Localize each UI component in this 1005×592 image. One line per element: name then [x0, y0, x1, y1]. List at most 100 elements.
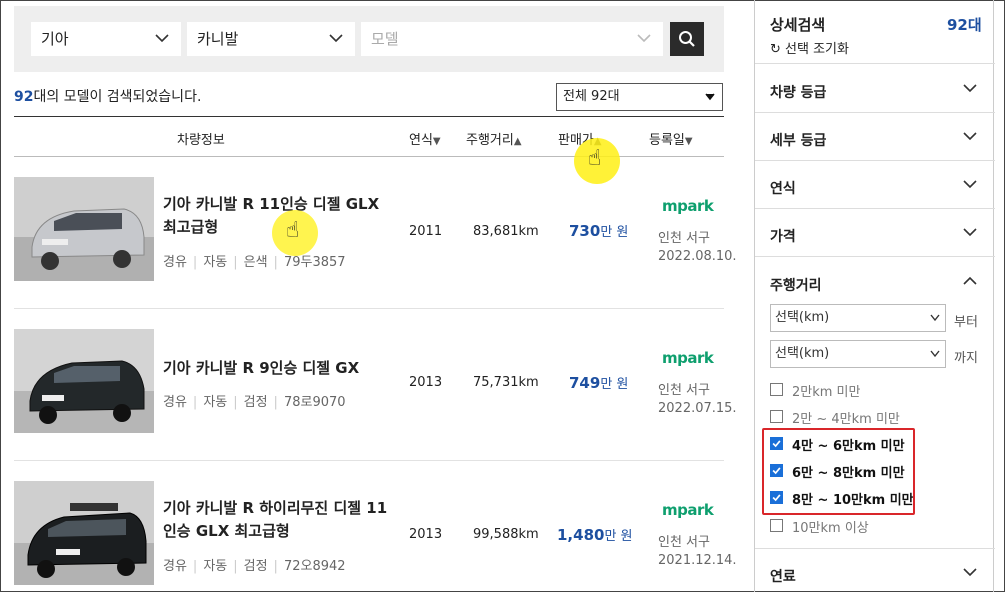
color: 은색 — [243, 255, 268, 270]
listing-date: 2021.12.14. — [658, 553, 737, 568]
result-count: 92 — [14, 89, 34, 105]
listing-date: 2022.08.10. — [658, 249, 737, 264]
listing-row[interactable]: 기아 카니발 R 11인승 디젤 GLX 최고급형 경유 | 자동 | 은색 | 79두38… — [14, 157, 737, 309]
total-select[interactable]: 전체 92대 — [556, 83, 723, 111]
header-info: 차량정보 — [177, 133, 225, 148]
divider: | — [192, 255, 198, 270]
section-price[interactable]: 가격 — [755, 209, 995, 257]
car-photo[interactable] — [14, 481, 154, 585]
chevron-down-icon — [963, 568, 977, 577]
section-mileage[interactable]: 주행거리 — [755, 258, 995, 306]
sidebar-count: 92대 — [947, 16, 982, 34]
divider: | — [233, 255, 238, 270]
listing-mileage: 75,731km — [473, 375, 539, 390]
chevron-down-icon — [155, 34, 169, 43]
model-group-select[interactable]: 카니발 — [187, 22, 355, 56]
divider: | — [273, 559, 278, 574]
plate: 79두3857 — [283, 255, 346, 270]
checkbox-empty-icon — [770, 519, 783, 532]
chevron-up-icon — [963, 276, 977, 285]
chevron-down-icon — [963, 228, 977, 237]
listing-date: 2022.07.15. — [658, 401, 737, 416]
search-bar: 기아 카니발 모델 — [14, 6, 724, 72]
chevron-down-icon — [930, 314, 940, 322]
listing-row[interactable]: 기아 카니발 R 9인승 디젤 GX 경유 | 자동 | 검정 | 78로9070 2013… — [14, 309, 737, 461]
listing-year: 2013 — [409, 375, 443, 390]
listing-meta: 경유 | 자동 | 은색 | 79두3857 — [163, 251, 346, 270]
price-value: 1,480 — [557, 526, 605, 544]
model-group-select-value: 카니발 — [197, 30, 239, 48]
car-photo[interactable] — [14, 329, 154, 433]
search-button[interactable] — [670, 22, 704, 56]
sort-year[interactable]: 연식▼ — [409, 129, 441, 148]
option-label: 2만km 미만 — [792, 385, 861, 400]
sort-date[interactable]: 등록일▼ — [649, 129, 693, 148]
chevron-down-icon — [963, 84, 977, 93]
listing-meta: 경유 | 자동 | 검정 | 72오8942 — [163, 555, 346, 574]
model-select[interactable]: 모델 — [361, 22, 663, 56]
transmission: 자동 — [203, 395, 228, 410]
divider: | — [192, 395, 198, 410]
checkbox-empty-icon — [770, 383, 783, 396]
transmission: 자동 — [203, 255, 228, 270]
price-unit: 만 원 — [600, 225, 629, 240]
mileage-to-suffix: 까지 — [954, 351, 978, 366]
sort-down-icon: ▼ — [684, 136, 693, 147]
listing-row[interactable]: 기아 카니발 R 하이리무진 디젤 11인승 GLX 최고급형 경유 | 자동 | 검정… — [14, 461, 737, 592]
reset-icon: ↻ — [770, 42, 781, 57]
dealer-logo[interactable]: mpark — [662, 197, 714, 215]
listing-title[interactable]: 기아 카니발 R 하이리무진 디젤 11인승 GLX 최고급형 — [163, 497, 393, 543]
dealer-logo[interactable]: mpark — [662, 501, 714, 519]
mileage-to-value: 선택(km) — [775, 346, 830, 361]
transmission: 자동 — [203, 559, 228, 574]
hand-pointer-icon: ☝ — [588, 146, 602, 171]
car-photo[interactable] — [14, 177, 154, 281]
mileage-from-select[interactable]: 선택(km) — [770, 304, 946, 332]
result-suffix: 대의 모델이 검색되었습니다. — [33, 89, 202, 105]
cursor-highlight: ☝ — [272, 210, 318, 256]
section-label: 차량 등급 — [770, 85, 827, 101]
listing-mileage: 83,681km — [473, 224, 539, 239]
section-fuel[interactable]: 연료 — [755, 548, 995, 592]
result-summary: 92대의 모델이 검색되었습니다. — [14, 86, 201, 106]
price-unit: 만 원 — [600, 377, 629, 392]
sort-date-label: 등록일 — [649, 133, 685, 148]
sort-down-icon: ▼ — [432, 136, 441, 147]
sort-year-label: 연식 — [409, 133, 433, 148]
listing-price: 1,480만 원 — [557, 525, 633, 544]
price-value: 749 — [569, 374, 601, 392]
section-vehicle-class[interactable]: 차량 등급 — [755, 65, 995, 113]
listing-price: 730만 원 — [569, 221, 628, 240]
search-icon — [679, 31, 695, 47]
listing-price: 749만 원 — [569, 373, 628, 392]
section-label: 연료 — [770, 569, 796, 585]
sidebar-title: 상세검색 — [770, 16, 826, 34]
chevron-down-icon — [329, 34, 343, 43]
price-value: 730 — [569, 222, 601, 240]
reset-button[interactable]: ↻ 선택 조기화 — [770, 38, 849, 57]
listing-location: 인천 서구 — [658, 535, 710, 550]
section-label: 세부 등급 — [770, 133, 827, 149]
mileage-to-select[interactable]: 선택(km) — [770, 340, 946, 368]
section-year[interactable]: 연식 — [755, 161, 995, 209]
total-select-value: 전체 92대 — [563, 89, 620, 104]
section-label: 가격 — [770, 229, 796, 245]
listing-year: 2011 — [409, 224, 443, 239]
reset-label: 선택 조기화 — [785, 42, 849, 57]
maker-select[interactable]: 기아 — [31, 22, 181, 56]
listing-title[interactable]: 기아 카니발 R 9인승 디젤 GX — [163, 357, 393, 380]
chevron-down-icon — [930, 350, 940, 358]
listing-meta: 경유 | 자동 | 검정 | 78로9070 — [163, 391, 346, 410]
dealer-logo[interactable]: mpark — [662, 349, 714, 367]
divider: | — [233, 395, 238, 410]
option-label: 10만km 이상 — [792, 521, 869, 536]
section-sub-class[interactable]: 세부 등급 — [755, 113, 995, 161]
fuel: 경유 — [163, 395, 187, 410]
divider: | — [192, 559, 198, 574]
fuel: 경유 — [163, 255, 187, 270]
option-label: 2만 ~ 4만km 미만 — [792, 412, 900, 427]
chevron-down-icon — [637, 34, 651, 43]
sort-mileage[interactable]: 주행거리▲ — [466, 129, 522, 148]
mileage-from-value: 선택(km) — [775, 310, 830, 325]
sort-mileage-label: 주행거리 — [466, 133, 514, 148]
